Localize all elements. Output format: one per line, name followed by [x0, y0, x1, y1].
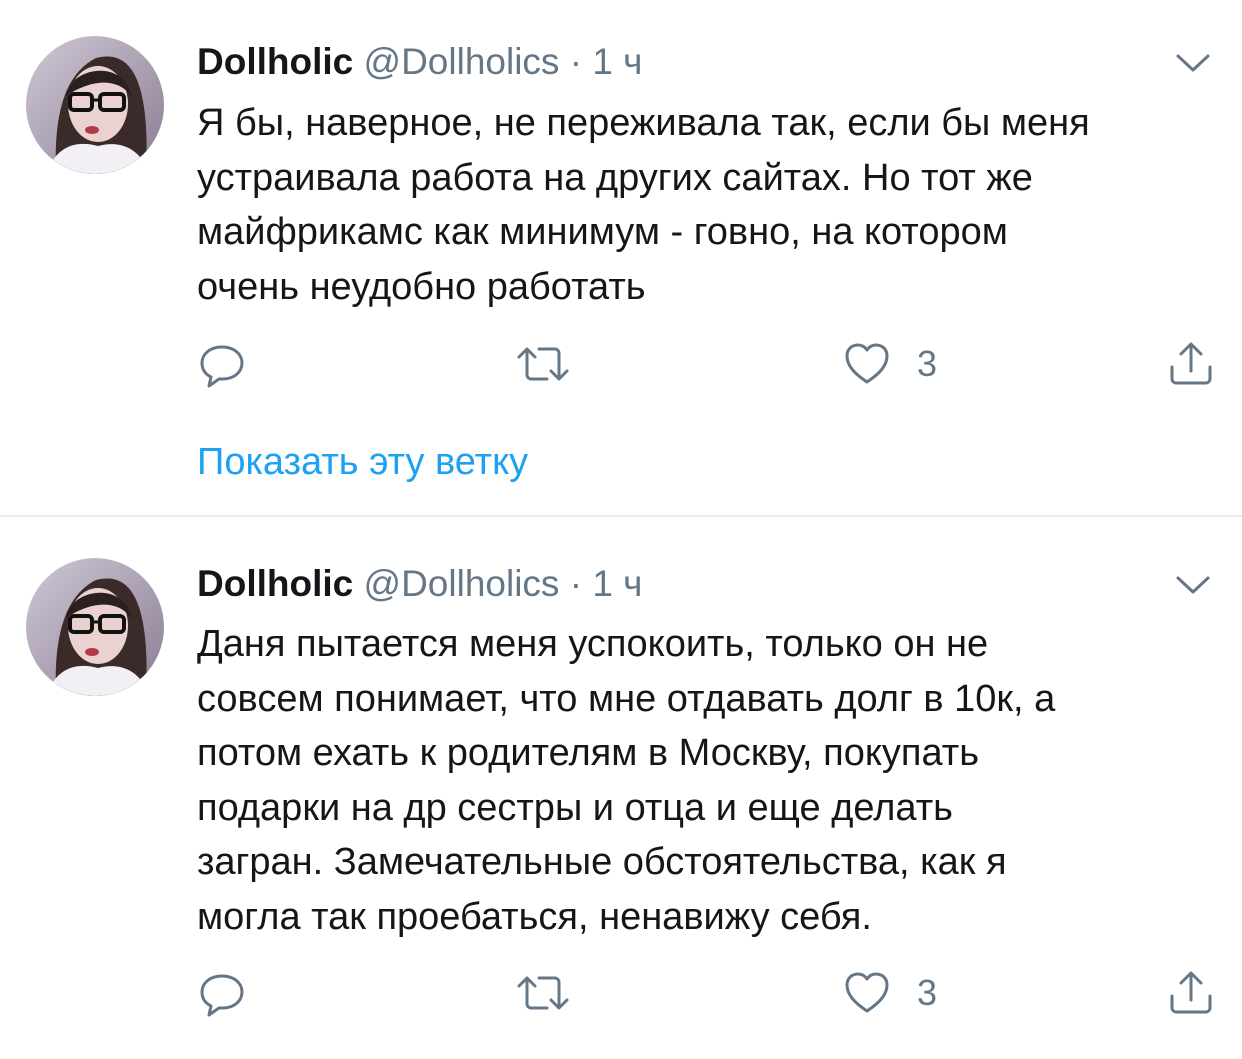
tweet-header: Dollholic @Dollholics · 1 ч	[197, 40, 642, 84]
tweet-text: Даня пытается меня успокоить, только он …	[197, 623, 1056, 938]
retweet-icon	[517, 976, 569, 1010]
share-button[interactable]	[1167, 334, 1215, 394]
retweet-button[interactable]	[515, 334, 571, 394]
retweet-button[interactable]	[515, 963, 571, 1023]
tweet-text: Я бы, наверное, не переживала так, если …	[197, 102, 1090, 308]
show-thread-link[interactable]: Показать эту ветку	[197, 440, 528, 484]
author-name[interactable]: Dollholic	[197, 563, 353, 604]
tweet-actions: 3	[197, 334, 1227, 394]
timestamp[interactable]: 1 ч	[592, 41, 642, 82]
heart-icon	[845, 343, 889, 384]
tweet-actions: 3	[197, 963, 1227, 1023]
reply-icon	[200, 345, 244, 388]
tweet[interactable]: Dollholic @Dollholics · 1 ч Даня пытаетс…	[0, 517, 1242, 1059]
heart-icon	[845, 972, 889, 1013]
author-handle[interactable]: @Dollholics	[364, 41, 560, 82]
like-button[interactable]: 3	[843, 963, 937, 1023]
like-count: 3	[917, 972, 938, 1013]
share-icon	[1170, 971, 1212, 1014]
timestamp[interactable]: 1 ч	[592, 563, 642, 604]
author-name[interactable]: Dollholic	[197, 41, 353, 82]
avatar[interactable]	[26, 36, 164, 174]
retweet-icon	[517, 347, 569, 381]
separator-dot: ·	[569, 563, 583, 604]
chevron-down-icon[interactable]	[1172, 570, 1214, 600]
reply-button[interactable]	[197, 334, 247, 394]
like-button[interactable]: 3	[843, 334, 937, 394]
reply-button[interactable]	[197, 963, 247, 1023]
avatar[interactable]	[26, 558, 164, 696]
chevron-down-icon[interactable]	[1172, 48, 1214, 78]
like-count: 3	[917, 343, 938, 384]
tweet-header: Dollholic @Dollholics · 1 ч	[197, 562, 642, 606]
separator-dot: ·	[569, 41, 583, 82]
share-icon	[1170, 342, 1212, 385]
tweet[interactable]: Dollholic @Dollholics · 1 ч Я бы, наверн…	[0, 0, 1242, 515]
share-button[interactable]	[1167, 963, 1215, 1023]
reply-icon	[200, 974, 244, 1017]
author-handle[interactable]: @Dollholics	[364, 563, 560, 604]
